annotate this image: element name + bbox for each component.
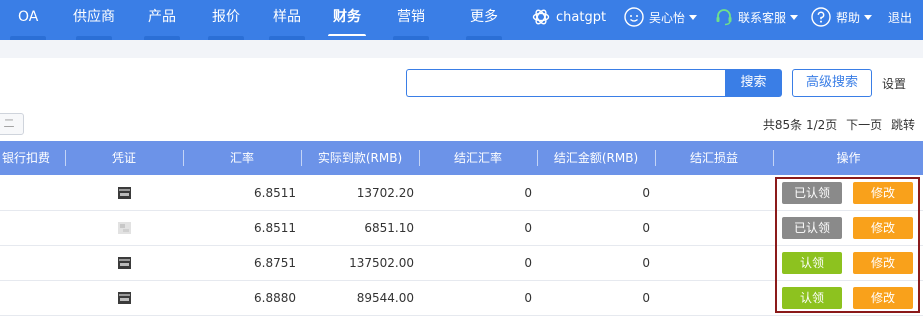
voucher-thumbnail-icon[interactable] xyxy=(117,256,132,270)
chatgpt-label: chatgpt xyxy=(556,9,607,25)
content-top-band xyxy=(0,40,923,58)
chatgpt-link[interactable]: chatgpt xyxy=(531,0,606,34)
nav-item-label: 报价 xyxy=(212,9,240,25)
help-label: 帮助 xyxy=(836,10,861,25)
rate-cell: 6.8751 xyxy=(254,256,296,270)
column-header-rate: 汇率 xyxy=(229,151,254,165)
settle-rate-cell: 0 xyxy=(524,291,532,305)
settle-amount-cell: 0 xyxy=(642,221,650,235)
nav-item-more[interactable]: 更多 xyxy=(466,0,502,40)
support-menu[interactable]: 联系客服 xyxy=(714,0,799,34)
next-page-link[interactable]: 下一页 xyxy=(846,118,882,132)
column-header-bank-fee: 银行扣费 xyxy=(1,151,50,165)
advanced-search-button[interactable]: 高级搜索 xyxy=(792,69,872,97)
voucher-thumbnail-faded-icon[interactable] xyxy=(117,221,132,235)
toolbar-button[interactable]: 二 xyxy=(0,113,24,135)
nav-item-label: 更多 xyxy=(470,9,498,25)
headset-icon xyxy=(716,9,732,26)
help-menu[interactable]: 帮助 xyxy=(811,0,873,34)
settings-link[interactable]: 设置 xyxy=(882,75,906,92)
received-cell: 89544.00 xyxy=(356,291,414,305)
nav-item-active-indicator xyxy=(328,34,366,36)
support-label: 联系客服 xyxy=(738,10,787,25)
nav-item-label: 财务 xyxy=(333,9,361,25)
settle-rate-cell: 0 xyxy=(524,186,532,200)
openai-icon xyxy=(532,9,550,25)
user-avatar-icon xyxy=(624,7,644,27)
nav-item-products[interactable]: 产品 xyxy=(144,0,180,40)
rate-cell: 6.8511 xyxy=(254,186,296,200)
rate-cell: 6.8880 xyxy=(254,291,296,305)
settle-amount-cell: 0 xyxy=(642,256,650,270)
column-header-settle-amount: 结汇金额(RMB) xyxy=(553,151,639,165)
chevron-down-icon xyxy=(689,14,698,20)
user-name: 吴心怡 xyxy=(649,10,686,25)
nav-item-samples[interactable]: 样品 xyxy=(269,0,305,40)
nav-item-marketing[interactable]: 营销 xyxy=(393,0,429,40)
received-cell: 137502.00 xyxy=(349,256,414,270)
received-cell: 13702.20 xyxy=(356,186,414,200)
settle-rate-cell: 0 xyxy=(524,256,532,270)
question-circle-icon xyxy=(811,7,831,27)
pagination-summary: 共85条 1/2页 xyxy=(762,118,838,132)
nav-item-label: 产品 xyxy=(148,9,176,25)
nav-item-oa[interactable]: OA xyxy=(10,0,47,40)
column-header-received: 实际到款(RMB) xyxy=(317,151,403,165)
voucher-thumbnail-icon[interactable] xyxy=(117,291,132,305)
settle-amount-cell: 0 xyxy=(642,291,650,305)
settle-rate-cell: 0 xyxy=(524,221,532,235)
search-input[interactable] xyxy=(406,69,726,97)
logout-link[interactable]: 退出 xyxy=(888,0,912,34)
logout-label: 退出 xyxy=(888,10,913,25)
nav-item-suppliers[interactable]: 供应商 xyxy=(73,0,115,40)
user-menu[interactable]: 吴心怡 xyxy=(624,0,698,34)
nav-item-label: 样品 xyxy=(273,9,301,25)
column-header-voucher: 凭证 xyxy=(111,151,136,165)
received-cell: 6851.10 xyxy=(364,221,414,235)
top-nav-bar: OA 供应商 产品 报价 样品 财务 营销 更多 chatgpt 吴心怡 联系客… xyxy=(0,0,923,40)
pagination: 共85条 1/2页 下一页 跳转 xyxy=(758,116,915,133)
column-header-actions: 操作 xyxy=(836,151,861,165)
column-header-settle-gain: 结汇损益 xyxy=(689,151,738,165)
column-header-settle-rate: 结汇汇率 xyxy=(453,151,502,165)
settle-amount-cell: 0 xyxy=(642,186,650,200)
nav-item-label: 供应商 xyxy=(73,9,115,25)
search-button[interactable]: 搜索 xyxy=(725,69,782,97)
chevron-down-icon xyxy=(864,14,873,20)
nav-item-finance[interactable]: 财务 xyxy=(328,0,366,40)
chevron-down-icon xyxy=(790,14,799,20)
nav-item-label: 营销 xyxy=(397,9,425,25)
nav-item-quotes[interactable]: 报价 xyxy=(208,0,244,40)
voucher-thumbnail-icon[interactable] xyxy=(117,186,132,200)
nav-item-label: OA xyxy=(18,9,39,25)
jump-page-link[interactable]: 跳转 xyxy=(891,118,915,132)
actions-highlight-frame xyxy=(775,177,920,313)
table-header: 银行扣费 凭证 汇率 实际到款(RMB) 结汇汇率 结汇金额(RMB) 结汇损益… xyxy=(0,141,923,175)
rate-cell: 6.8511 xyxy=(254,221,296,235)
